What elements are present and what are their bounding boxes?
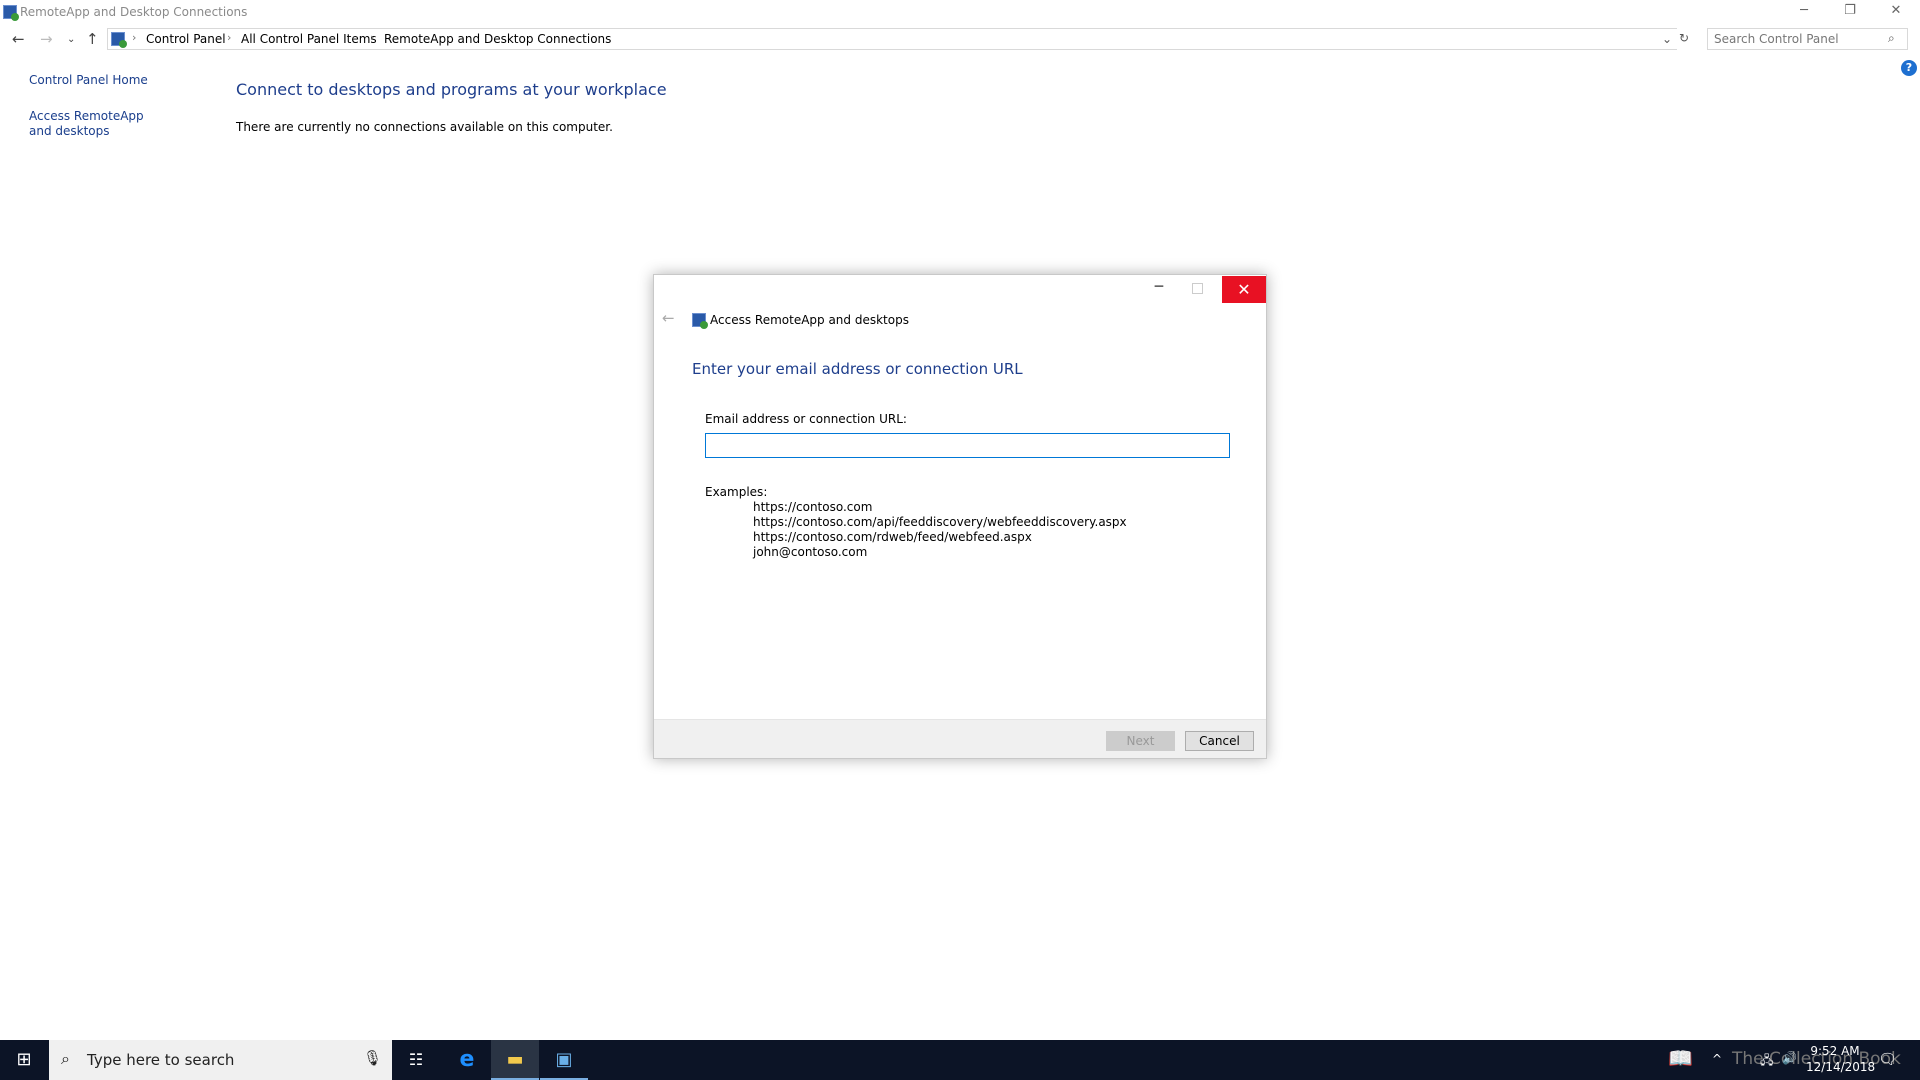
chevron-right-icon: › (370, 31, 375, 44)
dialog-heading: Enter your email address or connection U… (692, 360, 1023, 378)
recent-chevron-icon[interactable]: ⌄ (67, 34, 75, 45)
location-icon (111, 32, 127, 48)
chevron-right-icon: › (132, 31, 137, 44)
cancel-button[interactable]: Cancel (1185, 731, 1254, 751)
remoteapp-icon (692, 313, 708, 329)
window-title: RemoteApp and Desktop Connections (20, 5, 248, 19)
example-item: https://contoso.com/api/feeddiscovery/we… (753, 515, 1127, 529)
no-connections-message: There are currently no connections avail… (236, 120, 613, 134)
next-button[interactable]: Next (1106, 731, 1175, 751)
access-remoteapp-dialog: ─ ✕ ← Access RemoteApp and desktops Ente… (653, 274, 1267, 759)
taskbar-search-box[interactable]: ⌕ Type here to search 🎙 (49, 1040, 392, 1080)
forward-arrow-icon[interactable]: → (40, 30, 53, 48)
example-item: john@contoso.com (753, 545, 868, 559)
clock-time: 9:52 AM (1810, 1044, 1860, 1058)
examples-list: https://contoso.com https://contoso.com/… (753, 500, 1127, 560)
minimize-button[interactable]: ─ (1781, 0, 1827, 24)
search-placeholder: Search Control Panel (1714, 32, 1839, 46)
url-field-label: Email address or connection URL: (705, 412, 907, 426)
dialog-close-button[interactable]: ✕ (1222, 276, 1266, 303)
back-arrow-icon[interactable]: ← (12, 30, 25, 48)
up-arrow-icon[interactable]: ↑ (86, 30, 99, 48)
watermark-book-logo: 📖 (1668, 1046, 1693, 1070)
microphone-icon[interactable]: 🎙 (363, 1049, 382, 1067)
breadcrumb-remoteapp[interactable]: RemoteApp and Desktop Connections (384, 32, 611, 46)
remoteapp-icon (3, 5, 19, 21)
close-button[interactable]: ✕ (1873, 0, 1919, 24)
dialog-minimize-button[interactable]: ─ (1144, 279, 1174, 295)
network-icon[interactable]: 🖧 (1760, 1051, 1773, 1072)
examples-label: Examples: (705, 485, 768, 499)
dialog-maximize-button[interactable] (1192, 283, 1203, 294)
dialog-back-arrow-icon[interactable]: ← (662, 309, 675, 327)
clock-date: 12/14/2018 (1806, 1060, 1876, 1074)
show-hidden-icons-chevron[interactable]: ^ (1712, 1052, 1722, 1066)
address-dropdown-icon[interactable]: ⌄ (1662, 32, 1672, 46)
search-icon[interactable]: ⌕ (1888, 31, 1895, 46)
clock[interactable]: 9:52 AM 12/14/2018 (1806, 1043, 1876, 1075)
example-item: https://contoso.com/rdweb/feed/webfeed.a… (753, 530, 1032, 544)
search-control-panel-input[interactable]: Search Control Panel (1707, 28, 1908, 50)
window-titlebar: RemoteApp and Desktop Connections ─ ❐ ✕ (0, 0, 1920, 26)
volume-icon[interactable]: 🔊 (1782, 1051, 1797, 1065)
taskbar-search-placeholder: Type here to search (87, 1051, 235, 1069)
example-item: https://contoso.com (753, 500, 873, 514)
sidebar-item-access-remoteapp[interactable]: Access RemoteApp and desktops (29, 109, 169, 139)
sidebar-item-control-panel-home[interactable]: Control Panel Home (29, 73, 148, 87)
breadcrumb-control-panel[interactable]: Control Panel (146, 32, 226, 46)
chevron-right-icon: › (227, 31, 232, 44)
dialog-footer: Next Cancel (654, 719, 1266, 758)
email-url-input[interactable] (705, 433, 1230, 458)
windows-start-icon[interactable]: ⊞ (0, 1040, 48, 1080)
refresh-icon[interactable]: ↻ (1679, 31, 1689, 45)
task-view-icon[interactable]: ☷ (392, 1040, 440, 1080)
restore-button[interactable]: ❐ (1827, 0, 1873, 24)
edge-icon[interactable]: e (443, 1040, 491, 1080)
help-icon[interactable]: ? (1901, 60, 1917, 76)
dialog-title: Access RemoteApp and desktops (710, 313, 909, 327)
search-icon: ⌕ (61, 1049, 70, 1068)
breadcrumb-all-items[interactable]: All Control Panel Items (241, 32, 377, 46)
file-explorer-icon[interactable]: ▬ (491, 1040, 539, 1080)
page-title: Connect to desktops and programs at your… (236, 80, 667, 99)
action-center-icon[interactable]: 🗨 (1878, 1050, 1897, 1068)
taskbar: ⊞ ⌕ Type here to search 🎙 ☷ e ▬ ▣ 📖 The … (0, 1040, 1920, 1080)
remoteapp-taskbar-icon[interactable]: ▣ (540, 1040, 588, 1080)
